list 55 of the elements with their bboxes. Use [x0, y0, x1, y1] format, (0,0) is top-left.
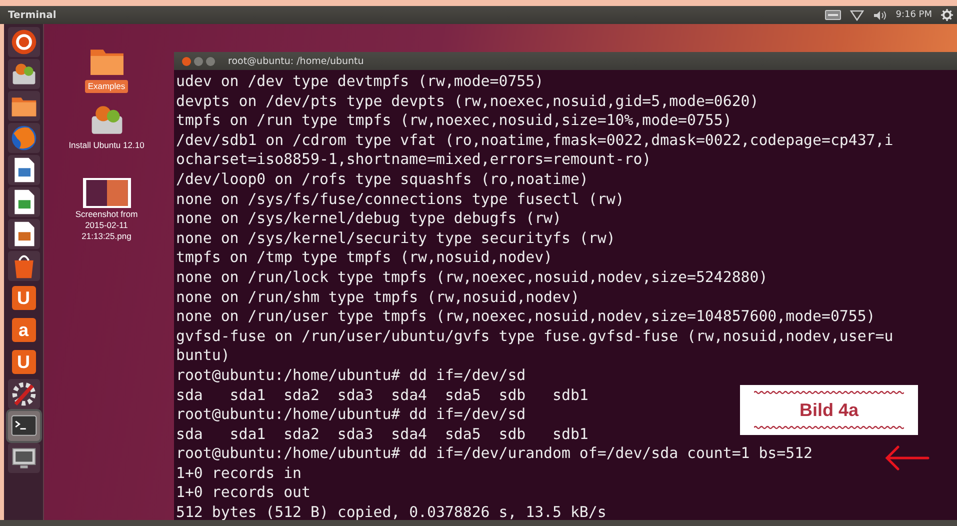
- terminal-line: udev on /dev type devtmpfs (rw,mode=0755): [176, 72, 544, 92]
- launcher-app-button[interactable]: U: [12, 350, 36, 374]
- launcher-item[interactable]: [8, 59, 40, 89]
- launcher-item[interactable]: [8, 411, 40, 441]
- launcher-item[interactable]: [8, 27, 40, 57]
- terminal-line: sda sda1 sda2 sda3 sda4 sda5 sdb sdb1: [176, 386, 588, 406]
- wrench-gear-icon: [10, 380, 38, 408]
- terminal-line: 512 bytes (512 B) copied, 0.0378826 s, 13.5 kB/s: [176, 503, 606, 523]
- launcher-item[interactable]: [8, 91, 40, 121]
- gear-icon[interactable]: [941, 9, 953, 21]
- launcher-item[interactable]: [8, 251, 40, 281]
- terminal-line: tmpfs on /run type tmpfs (rw,noexec,nosuid,size=10%,mode=0755): [176, 111, 732, 131]
- clock[interactable]: 9:16 PM: [896, 10, 932, 20]
- launcher-item[interactable]: [8, 155, 40, 185]
- terminal-line: 1+0 records out: [176, 483, 310, 504]
- window-title: root@ubuntu: /home/ubuntu: [228, 56, 364, 66]
- terminal-line: sda sda1 sda2 sda3 sda4 sda5 sdb sdb1: [176, 424, 588, 444]
- arrow-icon: [884, 443, 930, 473]
- launcher-app-button[interactable]: U: [12, 286, 36, 310]
- terminal-line: root@ubuntu:/home/ubuntu# dd if=/dev/sd: [176, 405, 526, 425]
- keyboard-icon[interactable]: [824, 10, 841, 20]
- app-title: Terminal: [8, 10, 56, 20]
- wifi-icon[interactable]: [850, 10, 864, 20]
- terminal-line: none on /sys/kernel/security type securityfs (rw): [176, 228, 616, 248]
- minimize-button[interactable]: [194, 56, 203, 66]
- terminal-line: buntu): [176, 346, 230, 366]
- terminal-line: tmpfs on /tmp type tmpfs (rw,nosuid,nodev): [176, 248, 553, 268]
- terminal-line: root@ubuntu:/home/ubuntu# dd if=/dev/sd: [176, 366, 526, 386]
- terminal-line: 1+0 records in: [176, 464, 302, 484]
- terminal-line: devpts on /dev/pts type devpts (rw,noexec,nosuid,gid=5,mode=0620): [176, 92, 759, 112]
- launcher-app-button[interactable]: a: [12, 318, 36, 342]
- terminal-line: none on /run/lock type tmpfs (rw,noexec,nosuid,nodev,size=5242880): [176, 268, 768, 288]
- launcher-item[interactable]: [8, 443, 40, 473]
- terminal-line: none on /run/user type tmpfs (rw,noexec,nosuid,nodev,size=104857600,mode=0755): [176, 307, 876, 327]
- volume-icon[interactable]: [872, 10, 887, 20]
- maximize-button[interactable]: [206, 56, 215, 66]
- terminal-line: gvfsd-fuse on /run/user/ubuntu/gvfs type fuse.gvfsd-fuse (rw,nosuid,nodev,user=u: [176, 326, 894, 346]
- terminal-line: none on /sys/kernel/debug type debugfs (rw): [176, 209, 562, 229]
- launcher-logo-icon: [10, 28, 38, 56]
- launcher-item[interactable]: [8, 187, 40, 217]
- terminal-line: ocharset=iso8859-1,shortname=mixed,errors=remount-ro): [176, 150, 652, 170]
- terminal-line: none on /sys/fs/fuse/connections type fusectl (rw): [176, 190, 624, 210]
- launcher-item[interactable]: [8, 379, 40, 409]
- globe-icon: [10, 124, 38, 152]
- close-button[interactable]: [182, 56, 191, 66]
- terminal-line: none on /run/shm type tmpfs (rw,nosuid,nodev): [176, 288, 580, 308]
- desktop-icon-label[interactable]: Screenshot from 2015-02-11 21:13:25.png: [64, 208, 150, 244]
- desktop-icon-label[interactable]: Examples: [84, 80, 128, 94]
- screenshot-thumbnail[interactable]: [82, 178, 130, 208]
- terminal-line: /dev/loop0 on /rofs type squashfs (ro,noatime): [176, 170, 588, 190]
- launcher-item[interactable]: [8, 219, 40, 249]
- terminal-line: root@ubuntu:/home/ubuntu# dd if=/dev/urandom of=/dev/sda count=1 bs=512: [176, 444, 813, 464]
- desktop-icon-label[interactable]: Install Ubuntu 12.10: [66, 139, 148, 152]
- annotation-text: Bild 4a: [799, 399, 859, 422]
- terminal-line: /dev/sdb1 on /cdrom type vfat (ro,noatime,fmask=0022,dmask=0022,codepage=cp437,i: [176, 130, 894, 150]
